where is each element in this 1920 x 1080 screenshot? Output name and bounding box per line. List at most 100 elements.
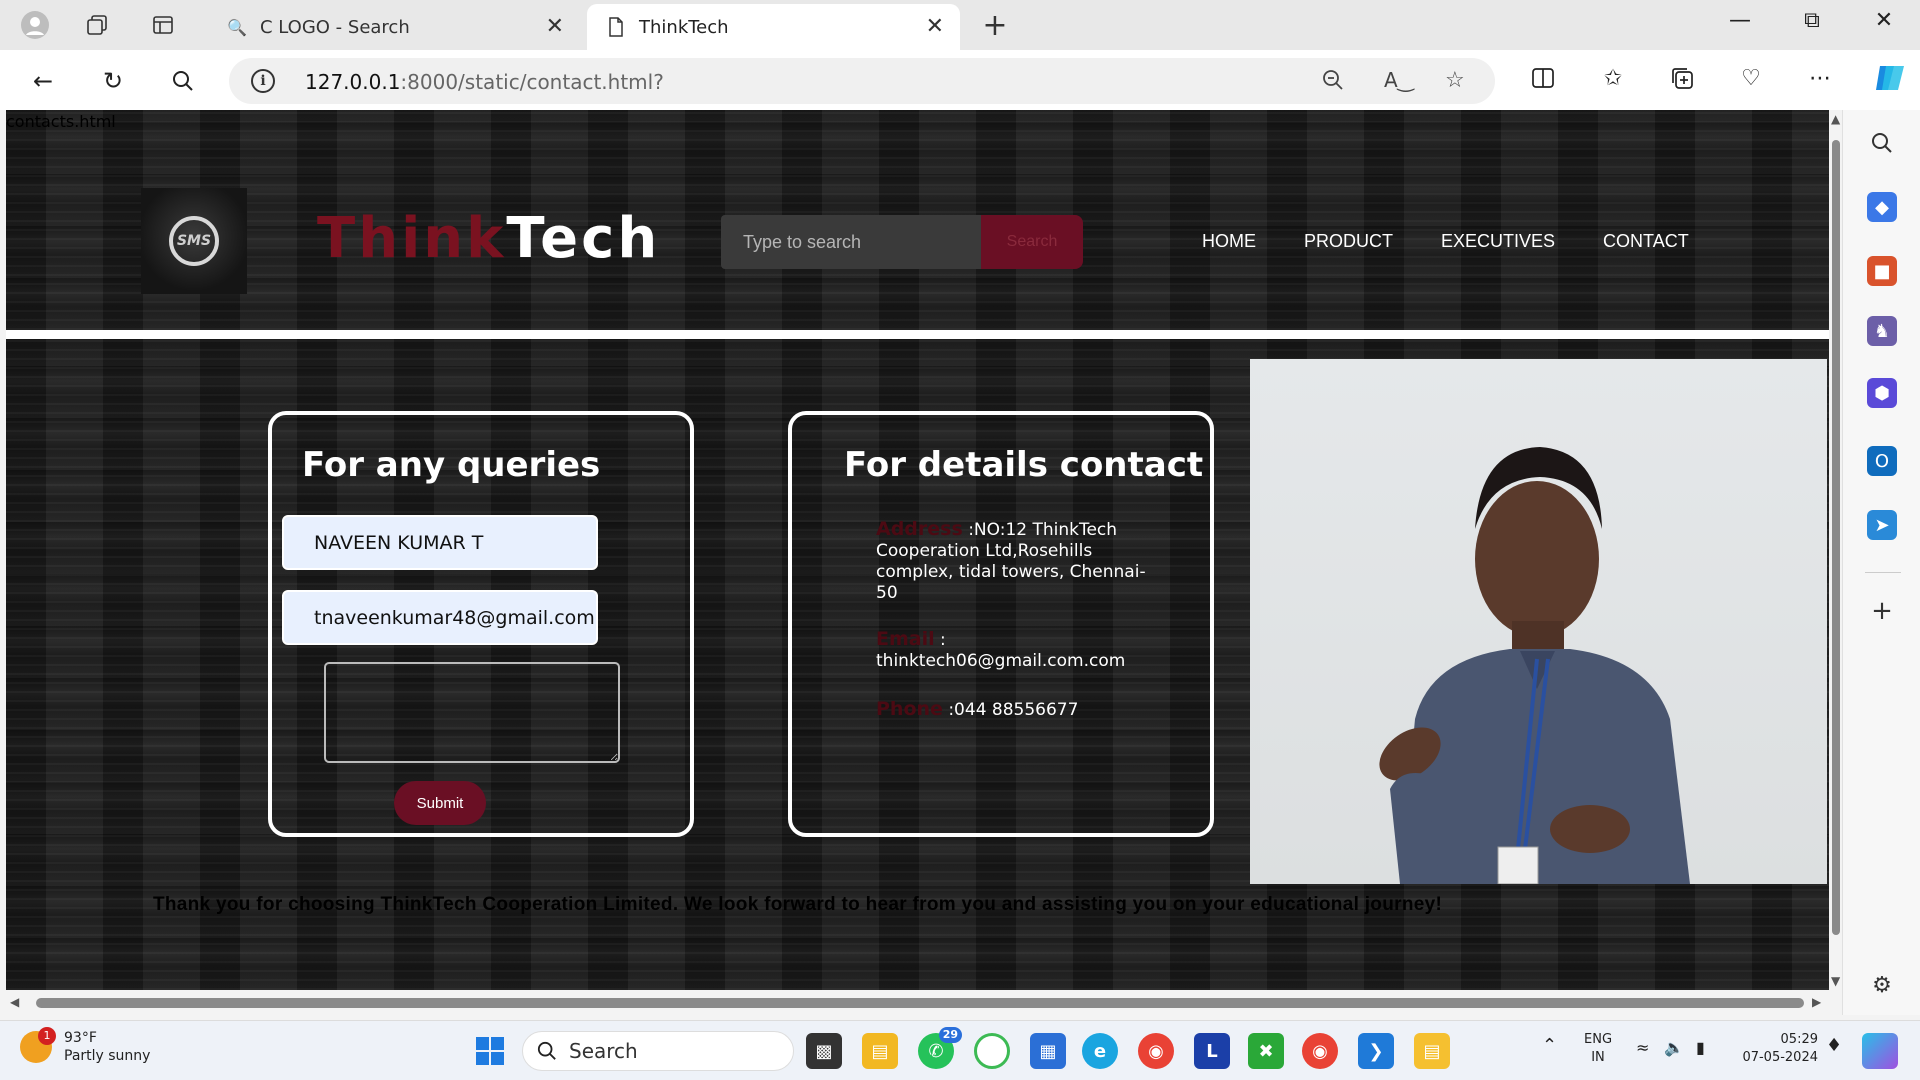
minimize-button[interactable]: — [1720, 8, 1760, 33]
tab-bar: 🔍 C LOGO - Search ✕ ThinkTech ✕ + — ⧉ ✕ [0, 0, 1920, 50]
send-icon[interactable]: ➤ [1867, 510, 1897, 540]
folder-app-icon[interactable]: ▤ [1414, 1033, 1450, 1069]
profile-icon[interactable] [20, 10, 50, 40]
add-icon[interactable]: + [1867, 596, 1897, 626]
xbox-icon[interactable]: ✖ [1248, 1033, 1284, 1069]
thank-you-message: Thank you for choosing ThinkTech Coopera… [153, 894, 1443, 915]
tab-title: ThinkTech [639, 16, 729, 38]
nav-contact[interactable]: CONTACT [1603, 231, 1689, 252]
search-icon[interactable] [166, 64, 200, 98]
volume-icon[interactable]: 🔈 [1664, 1039, 1684, 1057]
nav-home[interactable]: HOME [1202, 231, 1256, 252]
queries-card: For any queries Submit [268, 411, 694, 837]
vertical-scrollbar[interactable]: ▲ ▼ [1830, 110, 1842, 990]
header-divider [6, 330, 1829, 339]
settings-gear-icon[interactable]: ⚙ [1867, 970, 1897, 1000]
chrome-icon[interactable]: ◉ [1138, 1033, 1174, 1069]
new-tab-button[interactable]: + [978, 8, 1012, 43]
contact-details-card: For details contact Address :NO:12 Think… [788, 411, 1214, 837]
wifi-icon[interactable]: ≈ [1636, 1039, 1649, 1057]
scroll-up-arrow-icon[interactable]: ▲ [1831, 112, 1840, 126]
favorites-icon[interactable]: ✩ [1598, 66, 1628, 91]
read-aloud-icon[interactable]: A‿ [1384, 68, 1414, 92]
email-block: Email : thinktech06@gmail.com.com [876, 629, 1166, 672]
browser-essentials-icon[interactable]: ♡ [1736, 66, 1766, 91]
horizontal-scroll-thumb[interactable] [36, 998, 1804, 1008]
contact-section: For any queries Submit For details conta… [6, 339, 1829, 990]
site-info-icon[interactable]: i [251, 69, 275, 93]
task-view-icon[interactable]: ▩ [806, 1033, 842, 1069]
phone-block: Phone :044 88556677 [876, 699, 1166, 721]
tab-c-logo-search[interactable]: 🔍 C LOGO - Search ✕ [208, 4, 580, 50]
refresh-icon[interactable]: ↻ [96, 64, 130, 98]
refresh-app-icon[interactable] [974, 1033, 1010, 1069]
notification-bell-icon[interactable]: ♦ [1826, 1037, 1842, 1055]
collections-icon[interactable] [1667, 66, 1697, 96]
sidebar-search-icon[interactable] [1867, 128, 1897, 158]
whatsapp-icon[interactable]: ✆ 29 [918, 1027, 962, 1069]
scroll-right-arrow-icon[interactable]: ▶ [1812, 995, 1821, 1009]
language-indicator[interactable]: ENG IN [1584, 1031, 1612, 1067]
brand-title: ThinkTech [317, 206, 661, 271]
person-illustration [1379, 447, 1690, 884]
nav-executives[interactable]: EXECUTIVES [1441, 231, 1555, 252]
split-screen-icon[interactable] [1528, 66, 1558, 96]
vertical-scroll-thumb[interactable] [1832, 140, 1840, 935]
search-icon: 🔍 [227, 17, 247, 37]
windows-start-icon[interactable] [472, 1033, 508, 1069]
weather-widget[interactable]: 1 93°F Partly sunny [20, 1027, 150, 1065]
browser-toolbar: ← ↻ i 127.0.0.1:8000/static/contact.html… [0, 50, 1920, 110]
tab-thinktech[interactable]: ThinkTech ✕ [587, 4, 960, 50]
site-search-input[interactable] [721, 215, 981, 269]
queries-title: For any queries [302, 445, 601, 485]
windows-taskbar: 1 93°F Partly sunny Search ▩ ▤ ✆ 29 ▦ e ◉… [0, 1020, 1920, 1080]
back-icon[interactable]: ← [26, 64, 60, 98]
url-text[interactable]: 127.0.0.1:8000/static/contact.html? [305, 70, 664, 94]
games-icon[interactable]: ♞ [1867, 316, 1897, 346]
site-search-button[interactable]: Search [981, 215, 1083, 269]
show-hidden-icons[interactable]: ⌃ [1542, 1037, 1557, 1055]
message-textarea[interactable] [324, 662, 620, 763]
weather-badge: 1 [38, 1027, 56, 1045]
name-field[interactable] [282, 515, 598, 570]
email-label: Email [876, 628, 935, 650]
favorite-star-icon[interactable]: ☆ [1445, 68, 1465, 93]
whatsapp-badge: 29 [938, 1027, 962, 1043]
page-filename: contacts.html [6, 112, 116, 131]
tab-actions-icon[interactable] [148, 10, 178, 40]
contact-photo [1250, 359, 1827, 884]
shopping-tag-icon[interactable]: ◆ [1867, 192, 1897, 222]
close-tab-icon[interactable]: ✕ [546, 14, 564, 39]
close-window-button[interactable]: ✕ [1864, 8, 1904, 33]
chrome-profile-icon[interactable]: ◉ [1302, 1033, 1338, 1069]
edge-sidebar: ◆ ■ ♞ ⬢ O ➤ + ⚙ [1842, 110, 1920, 1015]
submit-button[interactable]: Submit [394, 781, 486, 825]
nav-product[interactable]: PRODUCT [1304, 231, 1393, 252]
more-options-icon[interactable]: ⋯ [1805, 66, 1835, 91]
clock[interactable]: 05:29 07-05-2024 [1738, 1031, 1818, 1067]
store-icon[interactable]: ▦ [1030, 1033, 1066, 1069]
address-bar[interactable]: i 127.0.0.1:8000/static/contact.html? A‿… [229, 58, 1495, 104]
taskbar-search[interactable]: Search [522, 1031, 794, 1071]
horizontal-scrollbar[interactable]: ◀ ▶ [6, 990, 1830, 1015]
close-tab-icon[interactable]: ✕ [926, 14, 944, 39]
copilot-icon[interactable] [1872, 60, 1904, 102]
tools-briefcase-icon[interactable]: ■ [1867, 256, 1897, 286]
workspaces-icon[interactable] [82, 10, 112, 40]
tab-title: C LOGO - Search [260, 16, 410, 38]
scroll-left-arrow-icon[interactable]: ◀ [10, 995, 19, 1009]
email-field[interactable] [282, 590, 598, 645]
copilot-preview-icon[interactable] [1862, 1033, 1898, 1069]
vscode-icon[interactable]: ❯ [1358, 1033, 1394, 1069]
l-app-icon[interactable]: L [1194, 1033, 1230, 1069]
edge-icon[interactable]: e [1082, 1033, 1118, 1069]
outlook-icon[interactable]: O [1867, 446, 1897, 476]
restore-button[interactable]: ⧉ [1792, 8, 1832, 33]
scroll-down-arrow-icon[interactable]: ▼ [1831, 974, 1840, 988]
time: 05:29 [1780, 1032, 1818, 1047]
file-explorer-icon[interactable]: ▤ [862, 1033, 898, 1069]
weather-sun-icon: 1 [20, 1027, 56, 1063]
zoom-out-icon[interactable] [1321, 68, 1345, 98]
battery-icon[interactable]: ▮ [1696, 1039, 1705, 1057]
m365-icon[interactable]: ⬢ [1867, 378, 1897, 408]
